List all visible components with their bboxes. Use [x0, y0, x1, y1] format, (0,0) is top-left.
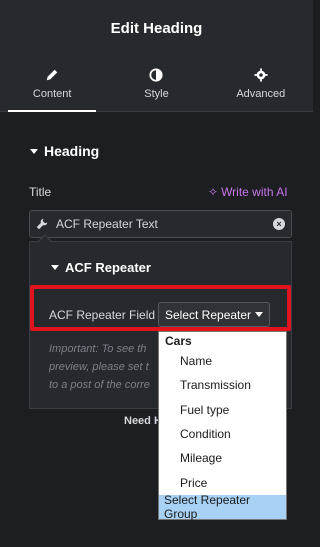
- note-line: preview, please set t: [49, 361, 149, 374]
- title-input-value: ACF Repeater Text: [56, 217, 158, 231]
- caret-down-icon: [51, 265, 59, 270]
- gear-icon: [254, 67, 268, 82]
- caret-down-icon: [30, 148, 38, 154]
- note-line: to a post of the corre: [49, 379, 150, 392]
- panel-header: Edit Heading: [0, 0, 313, 56]
- dropdown-option[interactable]: Transmission: [180, 378, 251, 392]
- title-input[interactable]: ACF Repeater Text ×: [29, 210, 292, 238]
- dropdown-option[interactable]: Price: [180, 476, 207, 490]
- dropdown-option[interactable]: Name: [180, 354, 212, 368]
- note-line: Important: To see th: [49, 343, 147, 355]
- dropdown-option-selected[interactable]: Select Repeater Group: [159, 493, 286, 521]
- dropdown-group-label: Cars: [165, 334, 192, 348]
- tab-bar: Content Style Advanced: [0, 56, 313, 112]
- wrench-icon[interactable]: [36, 218, 48, 230]
- pencil-icon: [46, 69, 58, 80]
- tab-content[interactable]: Content: [0, 56, 104, 112]
- section-title: Heading: [44, 143, 100, 159]
- section-toggle-heading[interactable]: Heading: [30, 143, 99, 159]
- tab-advanced[interactable]: Advanced: [209, 56, 313, 111]
- acf-repeater-title: ACF Repeater: [65, 260, 151, 275]
- popover-arrow-fill: [39, 236, 51, 242]
- title-label: Title: [29, 185, 52, 199]
- tab-content-label: Content: [32, 87, 72, 100]
- acf-repeater-heading[interactable]: ACF Repeater: [51, 260, 151, 275]
- clear-icon[interactable]: ×: [273, 218, 285, 230]
- dropdown-option[interactable]: Mileage: [180, 451, 222, 465]
- panel-title: Edit Heading: [110, 19, 203, 37]
- tab-style[interactable]: Style: [104, 56, 208, 111]
- write-with-ai-link[interactable]: ✧ Write with AI: [208, 185, 288, 199]
- sparkle-icon: ✧: [208, 185, 219, 199]
- dropdown-option[interactable]: Condition: [180, 427, 231, 441]
- repeater-dropdown-list: [158, 331, 287, 520]
- write-with-ai-label: Write with AI: [221, 185, 288, 199]
- contrast-icon: [149, 67, 164, 82]
- highlight-box: [30, 285, 291, 331]
- important-note: Important: To see th preview, please set…: [49, 340, 169, 394]
- tab-style-label: Style: [144, 87, 169, 100]
- tab-advanced-label: Advanced: [236, 87, 286, 100]
- need-help-link[interactable]: Need H: [124, 415, 162, 427]
- dropdown-option[interactable]: Fuel type: [180, 403, 229, 417]
